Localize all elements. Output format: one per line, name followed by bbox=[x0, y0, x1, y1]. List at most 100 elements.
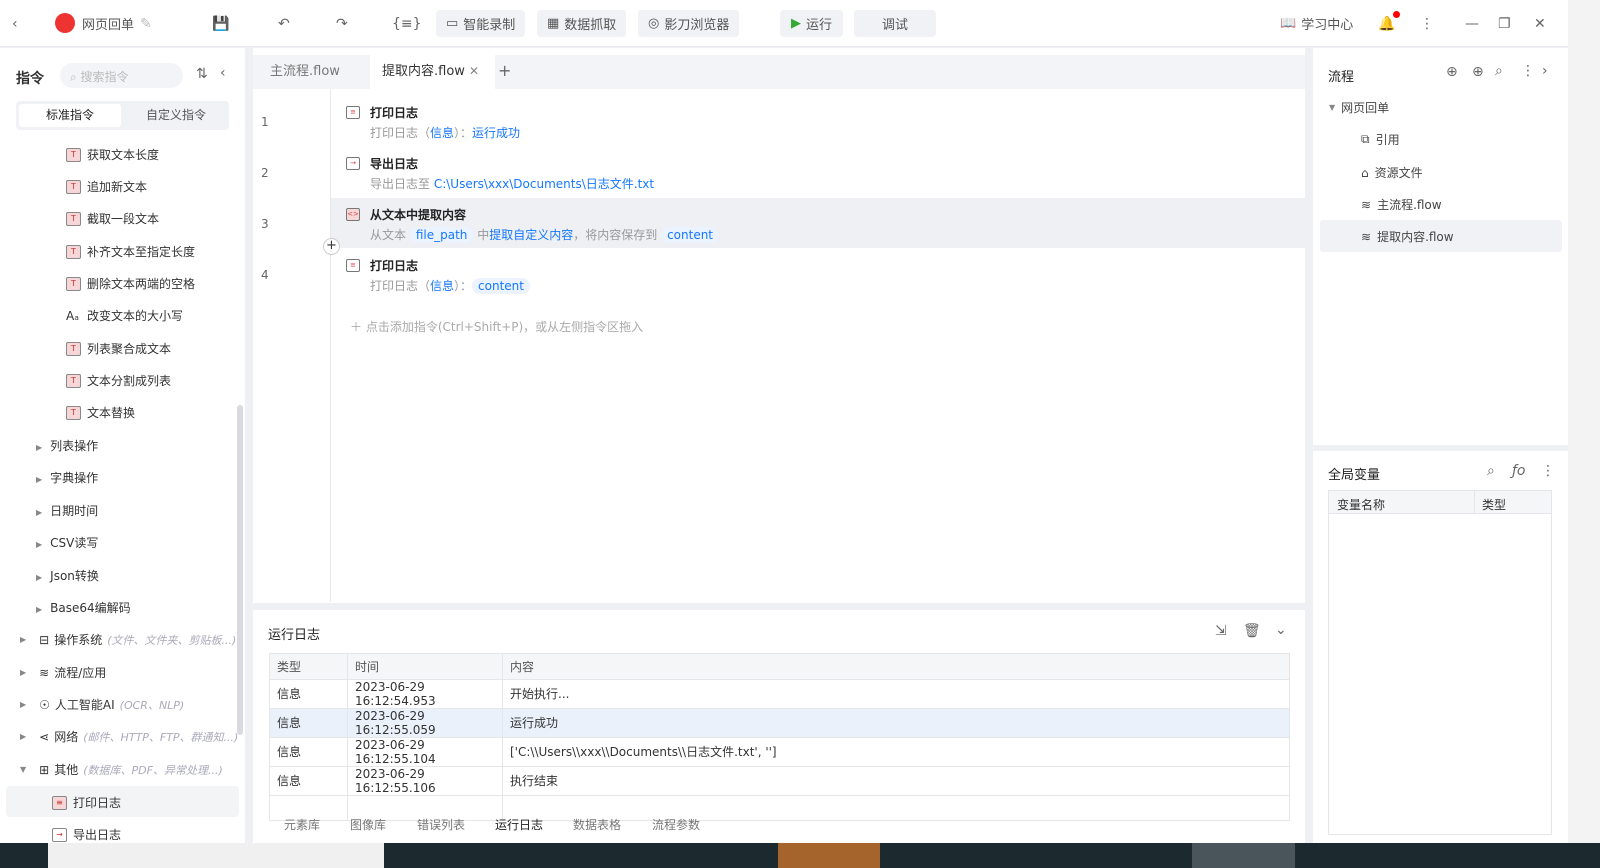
tab-data-table[interactable]: 数据表格 bbox=[573, 816, 621, 833]
record-button[interactable]: ▭ 智能录制 bbox=[436, 10, 526, 37]
param-link[interactable]: 信息 bbox=[430, 279, 454, 293]
group-item[interactable]: ▶ 日期时间 bbox=[36, 502, 98, 519]
sort-icon[interactable]: ⇅ bbox=[196, 66, 208, 82]
step-print-log[interactable]: ≡ 打印日志 打印日志（信息）：运行成功 bbox=[331, 96, 1305, 146]
search-icon[interactable]: ⌕ bbox=[1495, 63, 1503, 79]
scrape-button[interactable]: ▦ 数据抓取 bbox=[537, 10, 627, 37]
tree-item-resources[interactable]: ⌂ 资源文件 bbox=[1361, 164, 1423, 181]
run-button[interactable]: ▶ 运行 bbox=[780, 10, 843, 37]
group-item[interactable]: ▶ 字典操作 bbox=[36, 469, 98, 486]
cell: 信息 bbox=[269, 707, 348, 738]
command-item[interactable]: T 列表聚合成文本 bbox=[66, 340, 171, 357]
command-item[interactable]: T 删除文本两端的空格 bbox=[66, 275, 195, 292]
tab-flow-params[interactable]: 流程参数 bbox=[652, 816, 700, 833]
category-ai[interactable]: ▶ ☉ 人工智能AI (OCR、NLP) bbox=[20, 696, 184, 713]
project-name[interactable]: 网页回单 bbox=[82, 10, 134, 37]
add-flow-icon[interactable]: ⊕ bbox=[1446, 64, 1458, 80]
tab-images[interactable]: 图像库 bbox=[350, 816, 386, 833]
redo-icon[interactable]: ↷ bbox=[336, 10, 348, 37]
add-python-icon[interactable]: ⊕ bbox=[1472, 64, 1484, 80]
text-icon: T bbox=[66, 147, 81, 162]
save-icon[interactable]: 💾 bbox=[212, 10, 229, 37]
sidebar-scrollbar[interactable] bbox=[237, 405, 243, 735]
add-command-hint[interactable]: ＋ 点击添加指令(Ctrl+Shift+P)，或从左侧指令区拖入 bbox=[350, 318, 643, 335]
debug-button[interactable]: 调试 bbox=[854, 10, 936, 37]
table-row[interactable]: 信息 2023-06-29 16:12:55.059 运行成功 bbox=[269, 707, 1290, 738]
minimize-icon[interactable]: — bbox=[1465, 10, 1479, 37]
group-item[interactable]: ▶ Json转换 bbox=[36, 567, 99, 584]
export-icon[interactable]: ⇲ bbox=[1215, 623, 1227, 639]
step-desc: 导出日志至 C:\Users\xxx\Documents\日志文件.txt bbox=[370, 175, 654, 192]
command-item[interactable]: T 文本替换 bbox=[66, 404, 135, 421]
category-flow[interactable]: ▶ ≋ 流程/应用 bbox=[20, 664, 106, 681]
chevron-down-icon[interactable]: ⌄ bbox=[1275, 622, 1287, 638]
tab-custom[interactable]: 自定义指令 bbox=[126, 104, 226, 127]
cell: 执行结束 bbox=[502, 765, 1290, 796]
trash-icon[interactable]: 🗑 bbox=[1243, 623, 1261, 639]
more-icon[interactable]: ⋮ bbox=[1521, 63, 1535, 79]
tab-run-log[interactable]: 运行日志 bbox=[495, 816, 543, 833]
close-tab-icon[interactable]: ✕ bbox=[469, 64, 479, 78]
function-icon[interactable]: ƒo bbox=[1512, 463, 1526, 479]
variable-icon[interactable]: {≡} bbox=[392, 10, 422, 37]
step-extract-content[interactable]: <> 从文本中提取内容 从文本 file_path 中提取自定义内容，将内容保存到 … bbox=[331, 198, 1305, 248]
table-icon: ▦ bbox=[547, 16, 560, 31]
command-item[interactable]: T 追加新文本 bbox=[66, 178, 147, 195]
command-item[interactable]: T 补齐文本至指定长度 bbox=[66, 243, 195, 260]
tab-main-flow[interactable]: 主流程.flow bbox=[258, 55, 352, 89]
maximize-icon[interactable]: ❐ bbox=[1498, 10, 1511, 37]
back-icon[interactable]: ‹ bbox=[12, 10, 18, 37]
learn-center-button[interactable]: 📖 学习中心 bbox=[1280, 10, 1353, 37]
group-item[interactable]: ▶ CSV读写 bbox=[36, 534, 98, 551]
undo-icon[interactable]: ↶ bbox=[278, 10, 290, 37]
text-icon: T bbox=[66, 244, 81, 259]
tab-standard[interactable]: 标准指令 bbox=[19, 104, 121, 127]
step-export-log[interactable]: → 导出日志 导出日志至 C:\Users\xxx\Documents\日志文件.t… bbox=[331, 147, 1305, 197]
category-label: 流程/应用 bbox=[54, 666, 107, 680]
more-icon[interactable]: ⋮ bbox=[1541, 463, 1555, 479]
param-link[interactable]: 运行成功 bbox=[472, 126, 520, 140]
browser-button[interactable]: ◎ 影刀浏览器 bbox=[638, 10, 740, 37]
command-item[interactable]: ≡ 打印日志 bbox=[52, 794, 121, 811]
collapse-icon[interactable]: ‹ bbox=[220, 65, 226, 81]
command-item[interactable]: T 截取一段文本 bbox=[66, 210, 159, 227]
search-icon[interactable]: ⌕ bbox=[1487, 463, 1495, 479]
add-tab-icon[interactable]: + bbox=[498, 61, 511, 80]
tab-errors[interactable]: 错误列表 bbox=[417, 816, 465, 833]
param-link[interactable]: 提取自定义内容 bbox=[489, 228, 573, 242]
param-link[interactable]: 信息 bbox=[430, 126, 454, 140]
command-item[interactable]: Aₐ 改变文本的大小写 bbox=[66, 307, 183, 324]
category-network[interactable]: ▶ ⋖ 网络 (邮件、HTTP、FTP、群通知...) bbox=[20, 728, 238, 745]
group-item[interactable]: ▶ 列表操作 bbox=[36, 437, 98, 454]
category-os[interactable]: ▶ ⊟ 操作系统 (文件、文件夹、剪贴板...) bbox=[20, 631, 236, 648]
close-icon[interactable]: ✕ bbox=[1534, 10, 1546, 37]
table-row[interactable]: 信息 2023-06-29 16:12:55.104 ['C:\\Users\\xx… bbox=[269, 736, 1290, 767]
command-item[interactable]: T 文本分割成列表 bbox=[66, 372, 171, 389]
edit-icon[interactable]: ✎ bbox=[140, 10, 152, 37]
category-other[interactable]: ▼ ⊞ 其他 (数据库、PDF、异常处理...) bbox=[20, 761, 223, 778]
more-icon[interactable]: ⋮ bbox=[1420, 10, 1434, 37]
caret-right-icon: ▶ bbox=[36, 475, 43, 484]
tree-item-reference[interactable]: ⧉ 引用 bbox=[1361, 131, 1400, 148]
taskbar-item[interactable] bbox=[48, 843, 384, 868]
caret-right-icon: ▶ bbox=[20, 732, 27, 741]
param-link[interactable]: C:\Users\xxx\Documents\日志文件.txt bbox=[434, 177, 654, 191]
command-item[interactable]: → 导出日志 bbox=[52, 826, 121, 843]
step-print-log[interactable]: ≡ 打印日志 打印日志（信息）： content bbox=[331, 249, 1305, 299]
tree-root[interactable]: ▼ 网页回单 bbox=[1329, 99, 1389, 116]
command-item[interactable]: T 获取文本长度 bbox=[66, 146, 159, 163]
param-chip[interactable]: content bbox=[472, 278, 530, 294]
taskbar-item[interactable] bbox=[1192, 843, 1295, 868]
tree-item-main-flow[interactable]: ≋ 主流程.flow bbox=[1361, 196, 1442, 213]
search-input[interactable]: ⌕ 搜索指令 bbox=[60, 63, 183, 88]
chevron-right-icon[interactable]: › bbox=[1542, 63, 1548, 79]
cell: 信息 bbox=[269, 765, 348, 796]
table-row[interactable]: 信息 2023-06-29 16:12:54.953 开始执行... bbox=[269, 678, 1290, 709]
group-item[interactable]: ▶ Base64编解码 bbox=[36, 599, 131, 616]
taskbar-item[interactable] bbox=[778, 843, 880, 868]
tree-item-extract-flow[interactable]: ≋ 提取内容.flow bbox=[1361, 228, 1454, 245]
table-row[interactable]: 信息 2023-06-29 16:12:55.106 执行结束 bbox=[269, 765, 1290, 796]
param-chip[interactable]: content bbox=[661, 227, 720, 243]
tab-elements[interactable]: 元素库 bbox=[284, 816, 320, 833]
param-chip[interactable]: file_path bbox=[409, 227, 474, 243]
